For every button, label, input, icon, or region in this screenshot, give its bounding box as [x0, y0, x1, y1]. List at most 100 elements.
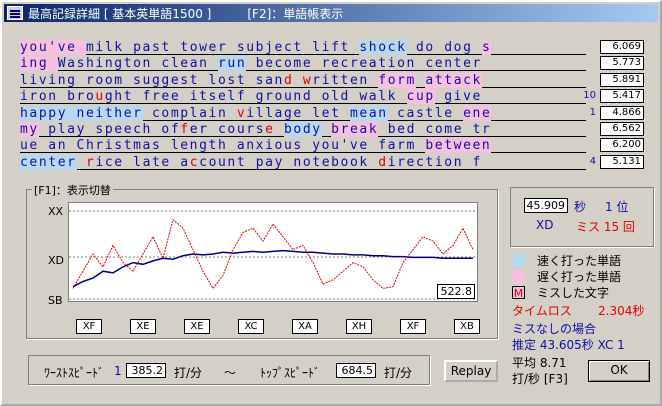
fast-word: center: [20, 154, 77, 170]
line-speed-value: 5.891: [600, 72, 644, 87]
missed-char: d: [378, 154, 388, 170]
typed-text-segment: iron bro: [20, 89, 96, 105]
typed-text-segment: ritten: [312, 72, 379, 88]
missed-char: v: [236, 105, 247, 121]
legend-fast-label: 速く打った単語: [537, 254, 622, 268]
fast-word: mean: [349, 105, 388, 121]
no-miss-label: ミスなしの場合: [512, 322, 597, 336]
legend-fast: 速く打った単語: [512, 252, 621, 269]
speed-chart-svg: [69, 210, 477, 300]
average-unit: 打/秒 [F3]: [512, 372, 568, 386]
line-speed-value: 5.417: [600, 89, 644, 104]
typed-text-line: ue an Christmas length anxious you've fa…: [20, 138, 586, 154]
chart-key-label: XF: [76, 319, 102, 334]
line-speed-value: 4.866: [600, 105, 644, 120]
slow-swatch: [512, 270, 525, 283]
typed-text-line: ing Washington clean run become recreati…: [20, 56, 586, 72]
slow-word: ene: [463, 105, 492, 121]
typed-text-segment: [77, 155, 86, 170]
missed-char: d: [283, 72, 294, 88]
window-menu-icon[interactable]: [7, 6, 23, 20]
slow-word: ing: [20, 56, 58, 72]
typed-text-line: iron brought free itself ground old walk…: [20, 89, 586, 105]
slow-word: my: [20, 122, 39, 137]
typed-text-segment: milk past tower subject lift: [86, 40, 360, 55]
worst-speed-value: 385.2: [126, 363, 166, 378]
worst-speed-unit: 打/分: [174, 366, 203, 380]
worst-speed-label: ﾜｰｽﾄｽﾋﾟｰﾄﾞ: [44, 366, 105, 380]
top-speed-unit: 打/分: [384, 366, 413, 380]
typed-text-line: you've milk past tower subject lift shoc…: [20, 40, 586, 55]
line-miss-count: 1: [589, 106, 596, 118]
miss-count-label: ミス 15 回: [576, 220, 635, 234]
typed-text-line: happy neither complain village let mean …: [20, 105, 586, 121]
line-miss-count: 10: [583, 90, 596, 102]
typed-text-segment: living room suggest lost san: [20, 72, 284, 88]
typed-text-segment: give: [434, 89, 482, 105]
line-speed-value: 6.200: [600, 138, 644, 153]
axis-label-mid: XD: [48, 254, 65, 267]
typed-text-segment: [275, 122, 284, 137]
axis-label-bottom: SB: [48, 294, 63, 307]
range-tilde: 〜: [224, 366, 237, 380]
title-bar: 最高記録詳細 [ 基本英単語1500 ] [F2]：単語帳表示: [4, 4, 658, 22]
line-speed-value: 5.773: [600, 56, 644, 71]
typed-text-segment: [416, 73, 425, 88]
missed-char: f: [180, 122, 190, 137]
slow-word: cup: [406, 89, 435, 105]
typed-text-segment: ice late a: [95, 154, 190, 170]
typed-text-segment: irection f: [387, 154, 482, 170]
typed-text-segment: bed come tr: [378, 122, 492, 137]
typed-text-segment: [293, 73, 302, 88]
slow-word: attack: [425, 72, 482, 88]
typed-text-segment: complain: [142, 105, 237, 121]
level-label: XD: [536, 218, 554, 232]
typed-text-segment: count pay notebook: [199, 154, 379, 170]
time-loss-label: タイムロス: [512, 304, 572, 318]
fast-word: run: [217, 56, 247, 72]
fast-word: shock: [359, 40, 407, 55]
chart-key-label: XE: [184, 319, 210, 334]
missed-char: w: [302, 72, 313, 88]
legend-slow: 遅く打った単語: [512, 268, 621, 285]
line-speed-value: 5.131: [600, 154, 644, 169]
record-detail-window: 最高記録詳細 [ 基本英単語1500 ] [F2]：単語帳表示 you've m…: [0, 0, 662, 406]
typed-text-line: living room suggest lost sand written fo…: [20, 72, 586, 88]
line-speed-value: 6.562: [600, 122, 644, 136]
axis-label-top: XX: [48, 205, 64, 218]
legend-miss-label: ミスした文字: [537, 286, 610, 300]
chart-key-label: XA: [292, 319, 318, 334]
slow-word: you've: [20, 40, 86, 55]
average-speed-line: [72, 249, 473, 288]
replay-button[interactable]: Replay: [444, 360, 498, 382]
instant-speed-line: [72, 218, 474, 290]
legend-slow-label: 遅く打った単語: [537, 270, 622, 284]
typed-text-segment: illage let: [246, 105, 350, 121]
top-speed-label: ﾄｯﾌﾟｽﾋﾟｰﾄﾞ: [260, 366, 321, 380]
chart-key-label: XE: [130, 319, 156, 334]
time-unit: 秒: [574, 200, 587, 214]
chart-key-label: XC: [238, 319, 264, 334]
chart-toggle-label[interactable]: [F1]：表示切替: [32, 182, 113, 198]
typed-text-segment: Washington clean: [57, 56, 218, 72]
typed-text-segment: ue an Christmas length anxious you've fa…: [20, 138, 426, 154]
missed-char: u: [95, 89, 105, 105]
slow-word: between: [425, 138, 492, 154]
typed-text-segment: ght free itself ground old walk: [104, 89, 407, 105]
fast-word: happy neither: [20, 105, 143, 121]
typed-text-area: you've milk past tower subject lift shoc…: [20, 40, 586, 170]
window-title: 最高記録詳細 [ 基本英単語1500 ]: [28, 6, 212, 21]
fast-word: body: [284, 122, 322, 137]
typed-text-segment: er cours: [189, 122, 266, 137]
line-speed-value: 6.069: [600, 40, 644, 54]
slow-word: break: [331, 122, 379, 137]
legend-miss: M ミスした文字: [512, 284, 609, 301]
line-miss-count: 4: [589, 155, 596, 167]
time-value: 45.909: [524, 198, 568, 213]
chart-key-label: XH: [346, 319, 372, 334]
rank-label: 1 位: [605, 200, 629, 214]
typed-text-segment: become recreation center: [246, 56, 482, 72]
typed-text-segment: do dog: [406, 40, 482, 55]
missed-char: c: [189, 154, 200, 170]
ok-button[interactable]: OK: [588, 360, 650, 382]
